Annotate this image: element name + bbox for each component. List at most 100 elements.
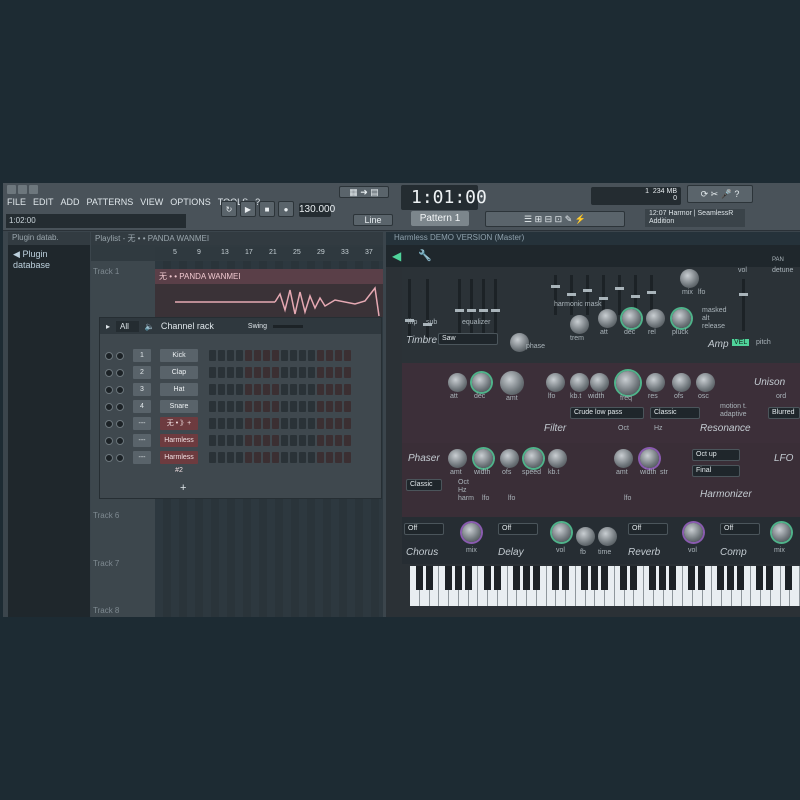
volume-knob[interactable] <box>116 351 124 360</box>
menu-options[interactable]: OPTIONS <box>170 197 211 207</box>
harm-width-knob[interactable] <box>640 449 659 468</box>
track-label[interactable]: Track 6 <box>93 511 119 520</box>
delay-time-knob[interactable] <box>598 527 617 546</box>
black-keys[interactable] <box>410 566 800 590</box>
lhp-slider[interactable] <box>405 279 414 339</box>
step-sequencer[interactable] <box>209 452 351 463</box>
tempo-display[interactable]: 130.000 <box>299 203 335 217</box>
pan-knob[interactable] <box>105 402 113 411</box>
step-sequencer[interactable] <box>209 384 351 395</box>
channel-name[interactable]: Snare <box>160 400 198 413</box>
channel-number[interactable]: --- <box>133 434 151 447</box>
motion-option[interactable]: motion t. <box>720 403 747 410</box>
channel-name[interactable]: Hat <box>160 383 198 396</box>
filter-dec-knob[interactable] <box>472 373 491 392</box>
pan-knob[interactable] <box>105 385 113 394</box>
att-knob[interactable] <box>598 309 617 328</box>
menu-edit[interactable]: EDIT <box>33 197 54 207</box>
track-label[interactable]: Track 8 <box>93 606 119 615</box>
channel-number[interactable]: --- <box>133 451 151 464</box>
channel-name[interactable]: Kick <box>160 349 198 362</box>
phaser-oct-option[interactable]: Oct <box>458 479 469 486</box>
pan-knob[interactable] <box>105 419 113 428</box>
volume-knob[interactable] <box>116 402 124 411</box>
vel-button[interactable]: VEL <box>732 339 750 346</box>
phaser-kbt-knob[interactable] <box>548 449 567 468</box>
phaser-speed-knob[interactable] <box>524 449 543 468</box>
channel-name[interactable]: 无 • 》+ <box>160 417 198 430</box>
filter-res-knob[interactable] <box>646 373 665 392</box>
chorus-mix-knob[interactable] <box>462 523 481 542</box>
volume-knob[interactable] <box>116 368 124 377</box>
rack-menu-icon[interactable]: ▸ <box>106 322 110 331</box>
restore-icon[interactable] <box>18 185 27 194</box>
track-label[interactable]: Track 1 <box>93 267 119 276</box>
plugin-play-icon[interactable]: ◀ <box>392 249 401 263</box>
channel-row[interactable]: 1 Kick <box>105 348 351 363</box>
filter-ofs-knob[interactable] <box>672 373 691 392</box>
step-sequencer[interactable] <box>209 367 351 378</box>
menu-file[interactable]: FILE <box>7 197 26 207</box>
reverb-vol-knob[interactable] <box>684 523 703 542</box>
group-filter[interactable]: All <box>116 320 139 332</box>
news-panel[interactable]: 12:07 Harmor | SeamlessR Addition <box>645 209 745 227</box>
trem-knob[interactable] <box>570 315 589 334</box>
plugin-header[interactable]: Harmless DEMO VERSION (Master) <box>386 232 800 245</box>
delay-select[interactable]: Off <box>498 523 538 535</box>
harm-amt-knob[interactable] <box>614 449 633 468</box>
close-icon[interactable] <box>29 185 38 194</box>
phaser-harm-option[interactable]: harm <box>458 495 474 502</box>
channel-number[interactable]: 2 <box>133 366 151 379</box>
harmonic-mask-slider[interactable] <box>551 275 560 315</box>
snap-select[interactable]: Line <box>353 214 393 226</box>
channel-name[interactable]: Clap <box>160 366 198 379</box>
comp-mix-knob[interactable] <box>772 523 791 542</box>
channel-row[interactable]: 2 Clap <box>105 365 351 380</box>
unison-mode-select[interactable]: Blurred <box>768 407 800 419</box>
pan-knob[interactable] <box>105 453 113 462</box>
volume-knob[interactable] <box>116 419 124 428</box>
channel-name[interactable]: Harmless <box>160 434 198 447</box>
browser-item-plugin-database[interactable]: ◀ Plugin database <box>8 245 90 274</box>
channel-number[interactable]: 1 <box>133 349 151 362</box>
filter-osc-knob[interactable] <box>696 373 715 392</box>
mix-knob[interactable] <box>680 269 699 288</box>
harmonic-mask-slider[interactable] <box>615 275 624 315</box>
volume-knob[interactable] <box>116 385 124 394</box>
phaser-width-knob[interactable] <box>474 449 493 468</box>
channel-row[interactable]: --- Harmless #2 <box>105 450 351 474</box>
audio-clip[interactable]: 无 • • PANDA WANMEI <box>155 269 383 317</box>
track-label[interactable]: Track 7 <box>93 559 119 568</box>
delay-vol-knob[interactable] <box>552 523 571 542</box>
wrench-icon[interactable]: 🔧 <box>418 249 432 262</box>
phaser-mode-select[interactable]: Classic <box>406 479 442 491</box>
channel-row[interactable]: --- Harmless <box>105 433 351 448</box>
playlist-ruler[interactable]: 5 9 13 17 21 25 29 33 37 <box>155 247 383 260</box>
channel-number[interactable]: 4 <box>133 400 151 413</box>
filter-width-knob[interactable] <box>590 373 609 392</box>
filter-type-select[interactable]: Crude low pass <box>570 407 644 419</box>
reverb-select[interactable]: Off <box>628 523 668 535</box>
browser-header[interactable]: Plugin datab. <box>8 232 90 245</box>
delay-fb-knob[interactable] <box>576 527 595 546</box>
volume-knob[interactable] <box>116 453 124 462</box>
channel-number[interactable]: 3 <box>133 383 151 396</box>
rel-knob[interactable] <box>646 309 665 328</box>
step-sequencer[interactable] <box>209 418 351 429</box>
harmonic-mask-slider[interactable] <box>567 275 576 315</box>
step-sequencer[interactable] <box>209 401 351 412</box>
system-buttons[interactable]: ⟳ ✂ 🎤 ? <box>687 185 753 203</box>
harmonizer-final-select[interactable]: Final <box>692 465 740 477</box>
play-button[interactable]: ▶ <box>240 201 256 217</box>
step-sequencer[interactable] <box>209 350 351 361</box>
channel-name[interactable]: Harmless #2 <box>160 451 198 474</box>
timbre-select[interactable]: Saw <box>438 333 498 345</box>
filter-mode-select[interactable]: Classic <box>650 407 700 419</box>
filter-amt-knob[interactable] <box>500 371 524 395</box>
masked-option[interactable]: masked <box>702 307 727 314</box>
filter-kbt-knob[interactable] <box>570 373 589 392</box>
alt-option[interactable]: alt <box>702 315 709 322</box>
harmonic-mask-slider[interactable] <box>583 275 592 315</box>
comp-select[interactable]: Off <box>720 523 760 535</box>
filter-freq-knob[interactable] <box>616 371 640 395</box>
